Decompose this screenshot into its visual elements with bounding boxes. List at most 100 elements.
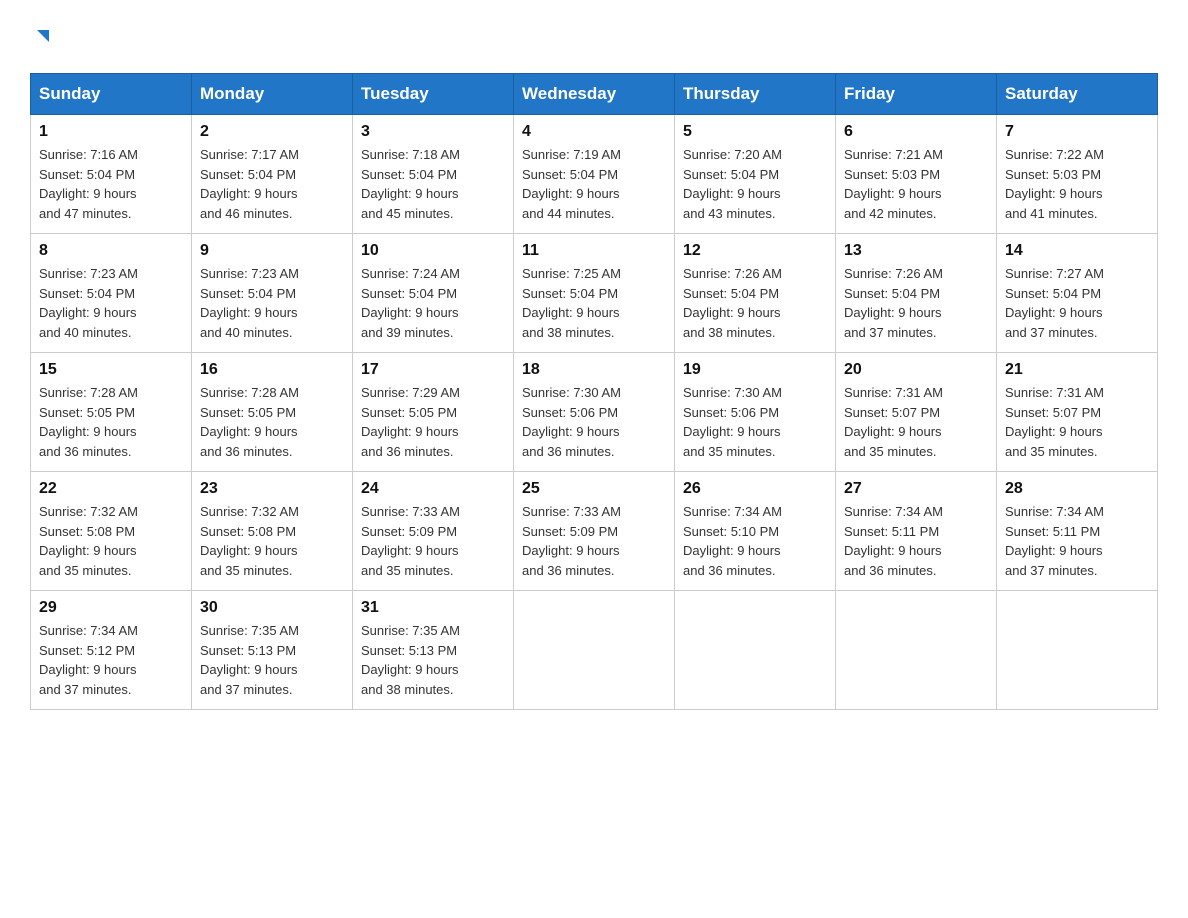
daylight-label: Daylight: 9 hours <box>200 543 298 558</box>
calendar-day-cell: 17 Sunrise: 7:29 AM Sunset: 5:05 PM Dayl… <box>353 353 514 472</box>
day-info: Sunrise: 7:19 AM Sunset: 5:04 PM Dayligh… <box>522 145 666 223</box>
sunset-label: Sunset: 5:10 PM <box>683 524 779 539</box>
sunrise-label: Sunrise: 7:34 AM <box>1005 504 1104 519</box>
daylight-minutes: and 38 minutes. <box>683 325 776 340</box>
daylight-label: Daylight: 9 hours <box>361 186 459 201</box>
calendar-day-cell: 25 Sunrise: 7:33 AM Sunset: 5:09 PM Dayl… <box>514 472 675 591</box>
day-number: 17 <box>361 361 505 379</box>
daylight-label: Daylight: 9 hours <box>683 305 781 320</box>
sunset-label: Sunset: 5:04 PM <box>844 286 940 301</box>
sunrise-label: Sunrise: 7:27 AM <box>1005 266 1104 281</box>
weekday-header-thursday: Thursday <box>675 74 836 115</box>
day-number: 29 <box>39 599 183 617</box>
day-number: 23 <box>200 480 344 498</box>
calendar-day-cell <box>675 591 836 710</box>
weekday-header-friday: Friday <box>836 74 997 115</box>
sunrise-label: Sunrise: 7:22 AM <box>1005 147 1104 162</box>
day-number: 6 <box>844 123 988 141</box>
sunrise-label: Sunrise: 7:31 AM <box>844 385 943 400</box>
day-number: 16 <box>200 361 344 379</box>
day-number: 21 <box>1005 361 1149 379</box>
day-number: 24 <box>361 480 505 498</box>
day-number: 9 <box>200 242 344 260</box>
calendar-week-row: 15 Sunrise: 7:28 AM Sunset: 5:05 PM Dayl… <box>31 353 1158 472</box>
daylight-minutes: and 37 minutes. <box>200 682 293 697</box>
day-number: 19 <box>683 361 827 379</box>
weekday-header-tuesday: Tuesday <box>353 74 514 115</box>
calendar-day-cell <box>836 591 997 710</box>
calendar-table: SundayMondayTuesdayWednesdayThursdayFrid… <box>30 73 1158 710</box>
day-info: Sunrise: 7:28 AM Sunset: 5:05 PM Dayligh… <box>39 383 183 461</box>
calendar-day-cell: 13 Sunrise: 7:26 AM Sunset: 5:04 PM Dayl… <box>836 234 997 353</box>
day-info: Sunrise: 7:35 AM Sunset: 5:13 PM Dayligh… <box>200 621 344 699</box>
calendar-day-cell: 12 Sunrise: 7:26 AM Sunset: 5:04 PM Dayl… <box>675 234 836 353</box>
sunset-label: Sunset: 5:04 PM <box>361 286 457 301</box>
calendar-day-cell: 16 Sunrise: 7:28 AM Sunset: 5:05 PM Dayl… <box>192 353 353 472</box>
day-info: Sunrise: 7:34 AM Sunset: 5:11 PM Dayligh… <box>1005 502 1149 580</box>
day-info: Sunrise: 7:31 AM Sunset: 5:07 PM Dayligh… <box>1005 383 1149 461</box>
sunset-label: Sunset: 5:04 PM <box>361 167 457 182</box>
sunset-label: Sunset: 5:05 PM <box>39 405 135 420</box>
daylight-minutes: and 44 minutes. <box>522 206 615 221</box>
sunrise-label: Sunrise: 7:21 AM <box>844 147 943 162</box>
calendar-day-cell: 26 Sunrise: 7:34 AM Sunset: 5:10 PM Dayl… <box>675 472 836 591</box>
day-info: Sunrise: 7:29 AM Sunset: 5:05 PM Dayligh… <box>361 383 505 461</box>
day-info: Sunrise: 7:23 AM Sunset: 5:04 PM Dayligh… <box>200 264 344 342</box>
calendar-day-cell: 27 Sunrise: 7:34 AM Sunset: 5:11 PM Dayl… <box>836 472 997 591</box>
day-number: 27 <box>844 480 988 498</box>
daylight-minutes: and 43 minutes. <box>683 206 776 221</box>
calendar-day-cell: 15 Sunrise: 7:28 AM Sunset: 5:05 PM Dayl… <box>31 353 192 472</box>
daylight-minutes: and 47 minutes. <box>39 206 132 221</box>
day-number: 4 <box>522 123 666 141</box>
sunrise-label: Sunrise: 7:24 AM <box>361 266 460 281</box>
day-info: Sunrise: 7:32 AM Sunset: 5:08 PM Dayligh… <box>39 502 183 580</box>
day-number: 11 <box>522 242 666 260</box>
daylight-minutes: and 36 minutes. <box>39 444 132 459</box>
daylight-minutes: and 39 minutes. <box>361 325 454 340</box>
daylight-label: Daylight: 9 hours <box>39 424 137 439</box>
daylight-label: Daylight: 9 hours <box>844 186 942 201</box>
daylight-label: Daylight: 9 hours <box>683 186 781 201</box>
sunset-label: Sunset: 5:03 PM <box>1005 167 1101 182</box>
calendar-day-cell: 7 Sunrise: 7:22 AM Sunset: 5:03 PM Dayli… <box>997 115 1158 234</box>
day-info: Sunrise: 7:31 AM Sunset: 5:07 PM Dayligh… <box>844 383 988 461</box>
daylight-minutes: and 35 minutes. <box>844 444 937 459</box>
daylight-label: Daylight: 9 hours <box>683 543 781 558</box>
daylight-label: Daylight: 9 hours <box>1005 186 1103 201</box>
sunrise-label: Sunrise: 7:19 AM <box>522 147 621 162</box>
calendar-day-cell: 20 Sunrise: 7:31 AM Sunset: 5:07 PM Dayl… <box>836 353 997 472</box>
sunrise-label: Sunrise: 7:35 AM <box>200 623 299 638</box>
sunrise-label: Sunrise: 7:30 AM <box>522 385 621 400</box>
daylight-label: Daylight: 9 hours <box>844 305 942 320</box>
sunset-label: Sunset: 5:04 PM <box>1005 286 1101 301</box>
daylight-minutes: and 36 minutes. <box>844 563 937 578</box>
day-number: 5 <box>683 123 827 141</box>
sunrise-label: Sunrise: 7:31 AM <box>1005 385 1104 400</box>
daylight-label: Daylight: 9 hours <box>522 424 620 439</box>
sunset-label: Sunset: 5:07 PM <box>844 405 940 420</box>
day-info: Sunrise: 7:17 AM Sunset: 5:04 PM Dayligh… <box>200 145 344 223</box>
sunset-label: Sunset: 5:06 PM <box>683 405 779 420</box>
daylight-label: Daylight: 9 hours <box>200 662 298 677</box>
day-info: Sunrise: 7:34 AM Sunset: 5:11 PM Dayligh… <box>844 502 988 580</box>
sunset-label: Sunset: 5:04 PM <box>200 286 296 301</box>
day-info: Sunrise: 7:27 AM Sunset: 5:04 PM Dayligh… <box>1005 264 1149 342</box>
sunrise-label: Sunrise: 7:34 AM <box>683 504 782 519</box>
sunset-label: Sunset: 5:03 PM <box>844 167 940 182</box>
sunrise-label: Sunrise: 7:32 AM <box>200 504 299 519</box>
day-number: 8 <box>39 242 183 260</box>
sunrise-label: Sunrise: 7:35 AM <box>361 623 460 638</box>
sunset-label: Sunset: 5:06 PM <box>522 405 618 420</box>
daylight-label: Daylight: 9 hours <box>39 662 137 677</box>
daylight-minutes: and 35 minutes. <box>683 444 776 459</box>
sunset-label: Sunset: 5:08 PM <box>200 524 296 539</box>
daylight-minutes: and 37 minutes. <box>1005 325 1098 340</box>
daylight-minutes: and 36 minutes. <box>522 444 615 459</box>
calendar-day-cell: 24 Sunrise: 7:33 AM Sunset: 5:09 PM Dayl… <box>353 472 514 591</box>
day-number: 1 <box>39 123 183 141</box>
sunrise-label: Sunrise: 7:25 AM <box>522 266 621 281</box>
day-number: 31 <box>361 599 505 617</box>
sunrise-label: Sunrise: 7:28 AM <box>200 385 299 400</box>
sunset-label: Sunset: 5:04 PM <box>522 167 618 182</box>
calendar-day-cell: 21 Sunrise: 7:31 AM Sunset: 5:07 PM Dayl… <box>997 353 1158 472</box>
